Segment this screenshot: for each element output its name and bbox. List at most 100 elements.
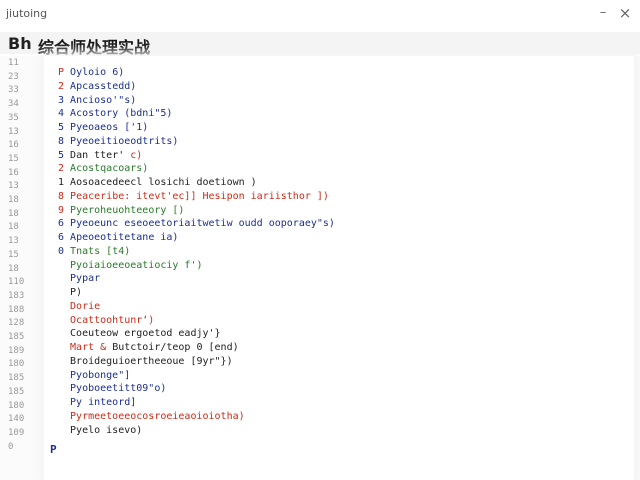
code-token: Pyeoeitioeodtrits) bbox=[70, 135, 179, 147]
close-icon[interactable]: × bbox=[616, 4, 634, 22]
line-number: 15 bbox=[8, 153, 19, 164]
code-token: P bbox=[58, 67, 71, 78]
title-bar: jiutoing – × bbox=[0, 0, 640, 28]
code-token: Tnats [t4) bbox=[70, 245, 131, 257]
code-line[interactable]: 2 Acostqacoars) bbox=[58, 162, 148, 176]
code-token: 8 bbox=[58, 190, 71, 202]
line-number: 185 bbox=[8, 332, 25, 342]
code-token: Hesipon iariisthor ]) bbox=[202, 190, 329, 202]
code-token: P) bbox=[58, 287, 83, 298]
code-line[interactable]: 1 Aosoacedeecl losichi doetiown ) bbox=[58, 176, 257, 190]
code-token: 3 bbox=[58, 94, 71, 106]
text-cursor-marker: P bbox=[50, 443, 57, 457]
code-token: Dan tter' bbox=[70, 149, 131, 161]
line-number: 13 bbox=[8, 236, 19, 247]
code-token: 2 bbox=[58, 163, 71, 175]
code-token: c) bbox=[130, 149, 143, 161]
line-number: 188 bbox=[8, 304, 25, 315]
line-number: 128 bbox=[8, 318, 25, 329]
minimize-icon[interactable]: – bbox=[594, 4, 612, 22]
code-line[interactable]: Dorie bbox=[58, 300, 100, 314]
line-number: 33 bbox=[8, 85, 19, 96]
line-number: 18 bbox=[8, 263, 19, 274]
code-token: Mart & bbox=[58, 342, 113, 353]
code-line[interactable]: 9 Pyeroheuohteeory [) bbox=[58, 204, 184, 218]
code-line[interactable]: Ocattoohtunr‘) bbox=[58, 314, 154, 328]
line-number: 13 bbox=[8, 126, 19, 137]
document-prefix: Bh bbox=[8, 34, 32, 53]
code-line[interactable]: Pyobonge"] bbox=[58, 369, 130, 383]
code-line[interactable]: Pyoiaioeeoeatiociy f') bbox=[58, 259, 203, 273]
code-token: Pyelo isevo) bbox=[58, 424, 143, 436]
code-line[interactable]: 2 Apcasstedd) bbox=[58, 80, 136, 94]
code-token: Acostory (bdni"5) bbox=[70, 108, 173, 120]
document-header: Bh 综合师处理实战 bbox=[0, 32, 640, 57]
code-token: Ancioso'"s) bbox=[70, 94, 137, 106]
code-line[interactable]: Broideguioertheeoue [9yr"}) bbox=[58, 355, 233, 369]
code-line[interactable]: 6 Pyeoeunc eseoeetoriaitwetiw oudd oopor… bbox=[58, 217, 335, 231]
code-token: Pyeoaeos ['1) bbox=[70, 122, 149, 133]
document-title: 综合师处理实战 bbox=[38, 38, 151, 57]
code-token: Pyeoeunc eseoeetoriaitwetiw oudd ooporae… bbox=[70, 218, 335, 230]
line-number: 13 bbox=[8, 181, 19, 192]
code-line[interactable]: Pyelo isevo) bbox=[58, 424, 142, 438]
code-line[interactable]: Coeuteow ergoetod eadjy'} bbox=[58, 327, 221, 341]
code-token: 6 bbox=[58, 232, 71, 243]
app-title: jiutoing bbox=[6, 7, 48, 20]
code-token: Pyrmeetoeeocosroeieaoioiotha) bbox=[58, 410, 245, 422]
code-line[interactable]: 5 Pyeoaeos ['1) bbox=[58, 121, 148, 135]
code-line[interactable]: 8 Peaceribe: itevt'ec]] Hesipon iariisth… bbox=[58, 190, 329, 204]
code-line[interactable]: 5 Dan tter' c) bbox=[58, 149, 142, 163]
line-number: 16 bbox=[8, 140, 19, 151]
code-line[interactable]: Py inteord] bbox=[58, 396, 136, 410]
line-number: 35 bbox=[8, 112, 19, 123]
line-number: 185 bbox=[8, 373, 25, 384]
line-number: 18 bbox=[8, 208, 19, 219]
line-number: 23 bbox=[8, 71, 19, 82]
code-line[interactable]: 8 Pyeoeitioeodtrits) bbox=[58, 135, 178, 149]
code-line[interactable]: 4 Acostory (bdni"5) bbox=[58, 107, 172, 121]
line-number: 0 bbox=[8, 441, 14, 452]
code-token: Pypar bbox=[58, 273, 101, 285]
code-area[interactable]: P Oyloio 6) 2 Apcasstedd) 3 Ancioso'"s) 4 A… bbox=[44, 56, 634, 480]
line-number: 109 bbox=[8, 427, 25, 438]
code-line[interactable]: P) bbox=[58, 286, 82, 300]
code-token: Aosoacedeecl losichi doetiown ) bbox=[70, 177, 257, 188]
code-token: Coeuteow ergoetod eadjy'} bbox=[58, 328, 221, 340]
code-token: 0 bbox=[58, 245, 71, 257]
code-token: Pyoiaioeeoeatiociy f') bbox=[58, 259, 203, 271]
code-token: Oyloio 6) bbox=[70, 67, 125, 78]
line-number: 140 bbox=[8, 414, 25, 425]
code-line[interactable]: Pyrmeetoeeocosroeieaoioiotha) bbox=[58, 410, 245, 424]
code-token: Butctoir/teop 0 [end) bbox=[112, 342, 239, 353]
code-token: Pyoboeetitt09"o) bbox=[58, 383, 167, 395]
code-token: Py inteord] bbox=[58, 397, 137, 408]
line-number: 110 bbox=[8, 277, 25, 288]
code-line[interactable]: P Oyloio 6) bbox=[58, 66, 124, 80]
code-token: Pyobonge"] bbox=[58, 369, 131, 381]
code-token: 8 bbox=[58, 135, 71, 147]
code-line[interactable]: Pyoboeetitt09"o) bbox=[58, 382, 166, 396]
line-number: 183 bbox=[8, 290, 25, 301]
code-token: Apcasstedd) bbox=[70, 80, 137, 92]
code-line[interactable]: 6 Apeoeotitetane ia) bbox=[58, 231, 178, 245]
code-line[interactable]: 0 Tnats [t4) bbox=[58, 245, 130, 259]
code-line[interactable]: 3 Ancioso'"s) bbox=[58, 94, 136, 108]
code-token: Peaceribe: itevt'ec]] bbox=[70, 190, 203, 202]
code-token: 6 bbox=[58, 218, 71, 230]
code-token: Dorie bbox=[58, 300, 101, 312]
code-token: Pyeroheuohteeory [) bbox=[70, 204, 185, 216]
code-line[interactable]: Pypar bbox=[58, 272, 100, 286]
line-number: 18 bbox=[8, 222, 19, 233]
code-line[interactable]: Mart & Butctoir/teop 0 [end) bbox=[58, 341, 239, 355]
line-number: 15 bbox=[8, 249, 19, 260]
code-token: 5 bbox=[58, 149, 71, 161]
line-number: 185 bbox=[8, 386, 25, 397]
code-token: 5 bbox=[58, 122, 71, 133]
line-number: 18 bbox=[8, 195, 19, 205]
code-token: 4 bbox=[58, 108, 71, 120]
line-number: 189 bbox=[8, 345, 25, 356]
code-token: 1 bbox=[58, 177, 71, 188]
line-number: 34 bbox=[8, 99, 19, 110]
code-editor[interactable]: 11 23 33 34 35 13 16 15 16 13 18 18 18 13 15 18 110 183 18… bbox=[0, 56, 640, 480]
